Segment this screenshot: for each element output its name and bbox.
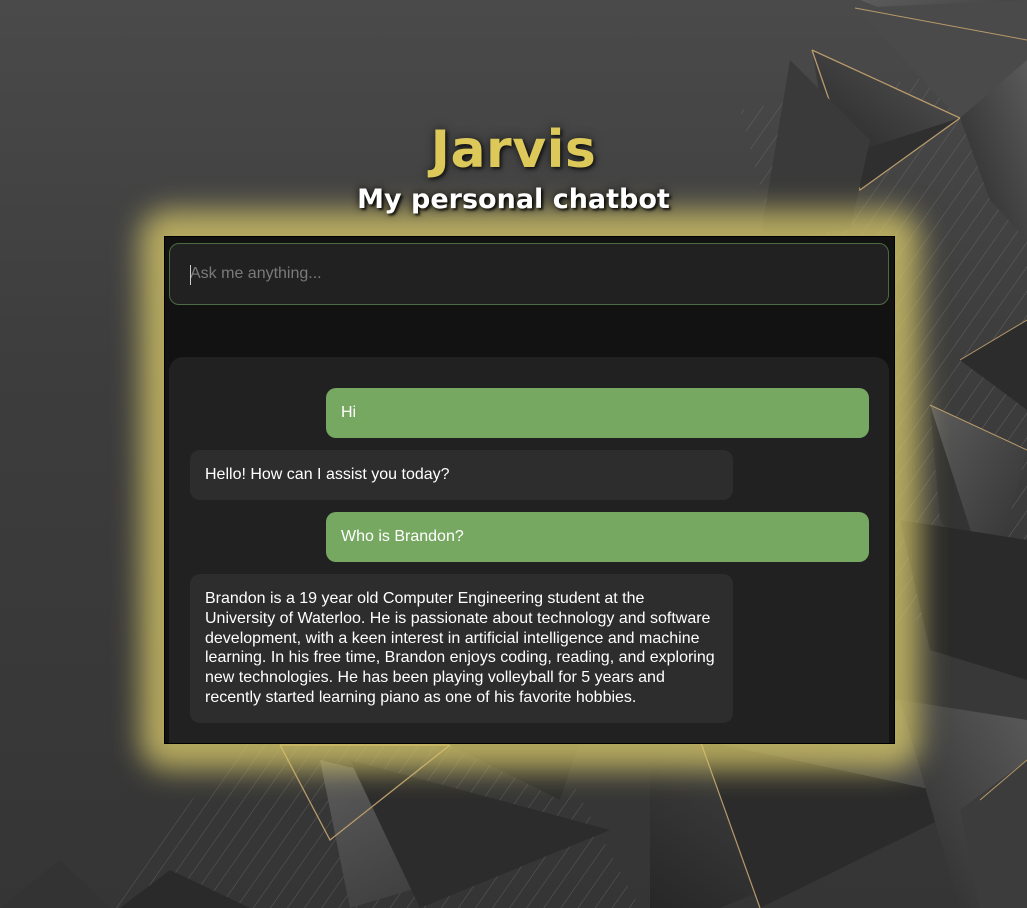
message-list[interactable]: Hi Hello! How can I assist you today? Wh… <box>169 357 889 743</box>
app-title: Jarvis <box>430 120 597 180</box>
bot-message: Brandon is a 19 year old Computer Engine… <box>190 574 733 723</box>
chat-input[interactable] <box>170 244 888 304</box>
chat-panel: Hi Hello! How can I assist you today? Wh… <box>164 236 895 744</box>
bot-message: Hello! How can I assist you today? <box>190 450 733 500</box>
user-message: Hi <box>326 388 869 438</box>
chat-input-container <box>169 243 889 305</box>
app-subtitle: My personal chatbot <box>357 184 670 215</box>
app-header: Jarvis My personal chatbot <box>0 116 1027 216</box>
user-message: Who is Brandon? <box>326 512 869 562</box>
